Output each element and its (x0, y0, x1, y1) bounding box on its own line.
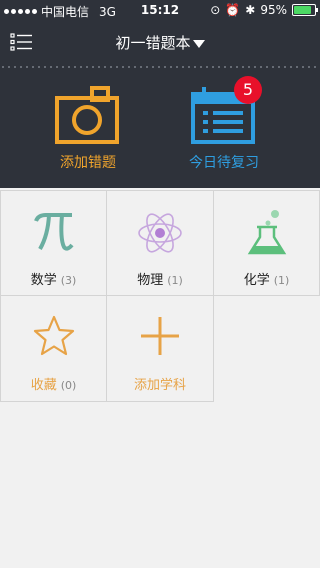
subject-count: (3) (60, 274, 77, 287)
review-count-badge: 5 (234, 76, 262, 104)
subject-math[interactable]: 数学 (3) (0, 190, 107, 296)
add-wrong-question-label: 添加错题 (60, 155, 116, 171)
plus-icon (141, 317, 179, 355)
subject-name: 化学 (243, 273, 270, 288)
add-wrong-question-button[interactable]: 添加错题 (28, 78, 148, 178)
subject-name: 物理 (137, 273, 164, 288)
camera-icon (55, 86, 119, 144)
subject-count: (1) (167, 274, 183, 287)
atom-icon (138, 213, 182, 253)
pi-icon (33, 213, 74, 251)
lock-rotation-icon: ⊙ (210, 3, 221, 17)
page-title: 初一错题本 (115, 34, 191, 52)
nav-bar: 初一错题本 (0, 20, 320, 64)
alarm-icon: ⏰ (225, 3, 241, 17)
status-bar: 中国电信 3G 15:12 ⊙ ⏰ ✱ 95% (0, 0, 320, 20)
subject-chemistry[interactable]: 化学 (1) (214, 190, 320, 296)
add-subject-button[interactable]: 添加学科 (107, 296, 214, 402)
favorites-name: 收藏 (30, 378, 57, 393)
battery-icon (292, 4, 318, 16)
favorites-cell[interactable]: 收藏 (0) (0, 296, 107, 402)
today-review-label: 今日待复习 (189, 155, 259, 171)
dotted-divider (0, 66, 320, 68)
battery-percent: 95% (260, 3, 287, 17)
subject-count: (1) (273, 274, 290, 287)
subject-name: 数学 (30, 273, 57, 288)
top-panel: 中国电信 3G 15:12 ⊙ ⏰ ✱ 95% 初一错题本 添加错题 5 今日待… (0, 0, 320, 188)
today-review-button[interactable]: 5 今日待复习 (164, 76, 284, 178)
favorites-count: (0) (60, 379, 77, 392)
dropdown-triangle-icon (192, 39, 205, 48)
star-icon (33, 315, 74, 356)
flask-icon (247, 210, 286, 255)
add-subject-label: 添加学科 (133, 378, 186, 393)
notebook-selector[interactable]: 初一错题本 (0, 32, 320, 53)
subject-physics[interactable]: 物理 (1) (107, 190, 214, 296)
bluetooth-icon: ✱ (245, 3, 256, 17)
